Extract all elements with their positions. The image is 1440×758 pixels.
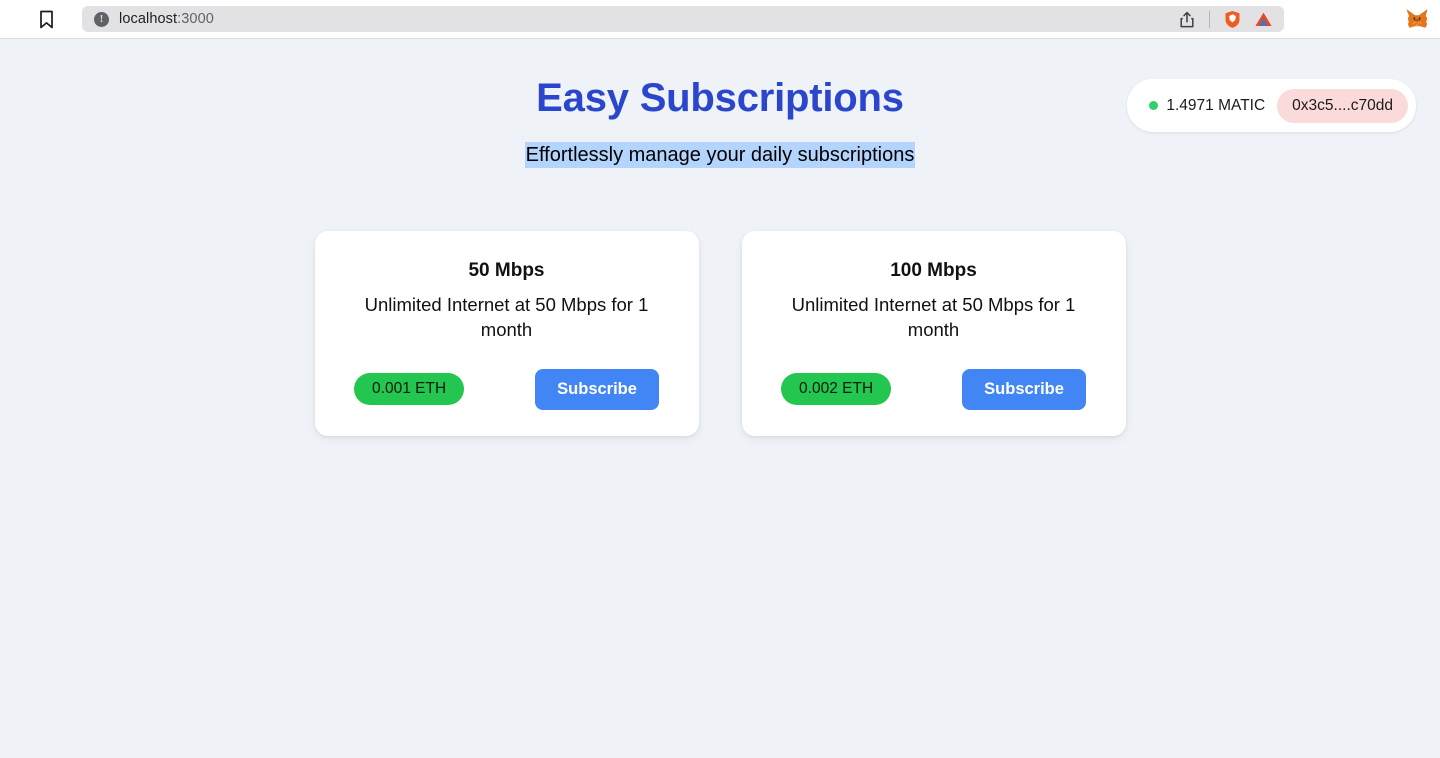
wallet-status-dot: [1149, 101, 1159, 110]
plan-actions: 0.001 ETH Subscribe: [339, 368, 675, 410]
wallet-badge[interactable]: 1.4971 MATIC 0x3c5....c70dd: [1127, 79, 1416, 132]
plan-description: Unlimited Internet at 50 Mbps for 1 mont…: [791, 293, 1076, 340]
subscribe-button[interactable]: Subscribe: [535, 368, 659, 410]
brave-shield-icon[interactable]: [1221, 8, 1243, 30]
subscribe-button[interactable]: Subscribe: [962, 368, 1086, 410]
wallet-address-pill[interactable]: 0x3c5....c70dd: [1277, 88, 1408, 123]
plans-grid: 50 Mbps Unlimited Internet at 50 Mbps fo…: [0, 231, 1440, 436]
extensions-area: [1390, 6, 1430, 32]
page-subtitle: Effortlessly manage your daily subscript…: [524, 142, 916, 168]
metamask-fox-icon[interactable]: [1404, 6, 1430, 32]
url-port: :3000: [177, 11, 214, 27]
plan-description: Unlimited Internet at 50 Mbps for 1 mont…: [364, 293, 649, 340]
toolbar-divider: [1209, 10, 1210, 28]
page-content: 1.4971 MATIC 0x3c5....c70dd Easy Subscri…: [0, 39, 1440, 758]
plan-title: 100 Mbps: [890, 260, 977, 281]
wallet-balance: 1.4971 MATIC: [1166, 96, 1266, 114]
browser-toolbar: ! localhost:3000: [0, 0, 1440, 39]
triangle-icon[interactable]: [1252, 8, 1274, 30]
url-host: localhost: [119, 11, 178, 27]
plan-card: 100 Mbps Unlimited Internet at 50 Mbps f…: [741, 231, 1126, 436]
address-bar[interactable]: ! localhost:3000: [82, 6, 1284, 32]
plan-price-badge: 0.001 ETH: [354, 373, 465, 406]
share-icon[interactable]: [1176, 8, 1198, 30]
address-bar-actions: [1176, 8, 1276, 30]
bookmark-icon[interactable]: [34, 7, 58, 31]
plan-title: 50 Mbps: [468, 260, 545, 281]
plan-actions: 0.002 ETH Subscribe: [766, 368, 1102, 410]
url-text: localhost:3000: [119, 11, 214, 27]
plan-card: 50 Mbps Unlimited Internet at 50 Mbps fo…: [314, 231, 699, 436]
plan-price-badge: 0.002 ETH: [781, 373, 892, 406]
site-info-icon[interactable]: !: [94, 11, 109, 27]
page-subtitle-container: Effortlessly manage your daily subscript…: [0, 140, 1440, 170]
